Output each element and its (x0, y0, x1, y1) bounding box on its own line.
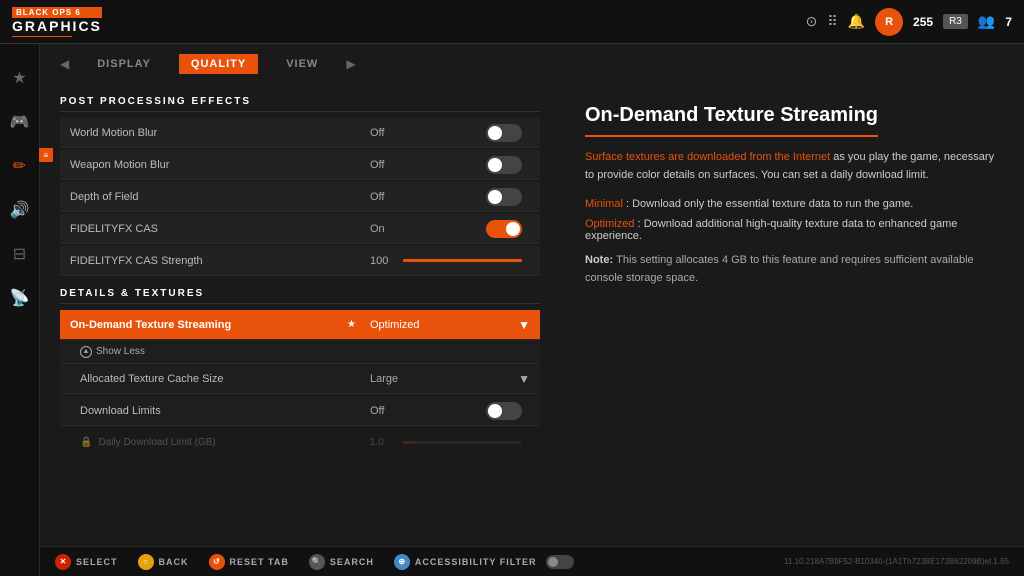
weapon-motion-blur-label: Weapon Motion Blur (60, 159, 360, 171)
setting-world-motion-blur[interactable]: World Motion Blur Off (60, 118, 540, 148)
panels: POST PROCESSING EFFECTS World Motion Blu… (40, 84, 1024, 546)
setting-on-demand-texture[interactable]: On-Demand Texture Streaming ★ Optimized … (60, 310, 540, 340)
search-icon: 🔍 (309, 554, 325, 570)
depth-of-field-value: Off (360, 188, 540, 206)
reset-icon: ↺ (209, 554, 225, 570)
select-button[interactable]: ✕ SELECT (55, 554, 118, 570)
weapon-motion-blur-value: Off (360, 156, 540, 174)
top-bar-right: ⊙ ⠿ 🔔 R 255 R3 👥 7 (806, 8, 1012, 36)
world-motion-blur-value: Off (360, 124, 540, 142)
info-option-minimal: Minimal : Download only the essential te… (585, 198, 999, 210)
depth-of-field-label: Depth of Field (60, 191, 360, 203)
player-score: 255 (913, 15, 933, 29)
daily-download-limit-value: 1.0 (360, 437, 540, 448)
logo-area: BLACK OPS 6 GRAPHICS (12, 7, 102, 37)
fidelityfx-cas-strength-label: FIDELITYFX CAS Strength (60, 255, 360, 267)
download-limits-value: Off (360, 402, 540, 420)
lock-icon: 🔒 (80, 437, 92, 448)
x-icon: ✕ (55, 554, 71, 570)
logo-bo6: BLACK OPS 6 (12, 7, 102, 18)
fidelityfx-cas-toggle[interactable] (486, 220, 522, 238)
controller-icon[interactable]: ⊙ (806, 13, 818, 30)
back-button[interactable]: ○ BACK (138, 554, 189, 570)
avatar: R (875, 8, 903, 36)
show-less-row[interactable]: ▲ Show Less (60, 340, 540, 364)
setting-download-limits[interactable]: Download Limits Off (60, 396, 540, 426)
sidebar-icon-sound[interactable]: 🔊 (6, 196, 34, 224)
info-link: Surface textures are downloaded from the… (585, 151, 830, 163)
info-option-optimized: Optimized : Download additional high-qua… (585, 218, 999, 242)
tab-quality[interactable]: QUALITY (179, 54, 258, 74)
setting-fidelityfx-cas-strength[interactable]: FIDELITYFX CAS Strength 100 (60, 246, 540, 276)
tab-display[interactable]: DISPLAY (89, 54, 159, 74)
search-label: SEARCH (330, 557, 374, 567)
left-sidebar: ★ 🎮 ✏ ≡ 🔊 ⊟ 📡 (0, 44, 40, 576)
grid-icon[interactable]: ⠿ (827, 13, 837, 30)
logo-graphics: GRAPHICS (12, 18, 102, 34)
bell-icon[interactable]: 🔔 (848, 13, 865, 30)
on-demand-texture-label: On-Demand Texture Streaming (60, 319, 343, 331)
logo-line (12, 36, 72, 37)
world-motion-blur-label: World Motion Blur (60, 127, 360, 139)
setting-fidelityfx-cas[interactable]: FIDELITYFX CAS On (60, 214, 540, 244)
bottom-bar: ✕ SELECT ○ BACK ↺ RESET TAB 🔍 SEARCH ⊕ A… (40, 546, 1024, 576)
fidelityfx-cas-label: FIDELITYFX CAS (60, 223, 360, 235)
rank-badge: R3 (943, 14, 968, 29)
weapon-motion-blur-toggle[interactable] (486, 156, 522, 174)
show-less-label: ▲ Show Less (80, 346, 145, 358)
post-processing-title: POST PROCESSING EFFECTS (60, 96, 540, 112)
star-icon: ★ (347, 319, 356, 330)
b-icon: ○ (138, 554, 154, 570)
setting-daily-download-limit: 🔒 Daily Download Limit (GB) 1.0 (60, 428, 540, 456)
reset-tab-button[interactable]: ↺ RESET TAB (209, 554, 289, 570)
info-title: On-Demand Texture Streaming (585, 104, 878, 137)
settings-panel: POST PROCESSING EFFECTS World Motion Blu… (40, 84, 560, 546)
acc-icon: ⊕ (394, 554, 410, 570)
search-button[interactable]: 🔍 SEARCH (309, 554, 374, 570)
info-panel: On-Demand Texture Streaming Surface text… (560, 84, 1024, 546)
tab-view[interactable]: VIEW (278, 54, 326, 74)
world-motion-blur-toggle[interactable] (486, 124, 522, 142)
online-count: 7 (1005, 15, 1012, 29)
fidelityfx-cas-strength-value: 100 (360, 255, 540, 267)
download-limits-label: Download Limits (80, 405, 360, 417)
chevron-down-dark-icon: ▼ (518, 372, 530, 386)
sidebar-icon-star[interactable]: ★ (8, 64, 30, 92)
download-limits-toggle[interactable] (486, 402, 522, 420)
chevron-down-icon: ▼ (518, 318, 530, 332)
nav-icon-right: ▶ (346, 57, 355, 71)
daily-limit-slider (403, 441, 522, 444)
daily-download-limit-label: Daily Download Limit (GB) (98, 437, 360, 448)
setting-depth-of-field[interactable]: Depth of Field Off (60, 182, 540, 212)
collapse-icon: ▲ (80, 346, 92, 358)
top-bar: BLACK OPS 6 GRAPHICS ⊙ ⠿ 🔔 R 255 R3 👥 7 (0, 0, 1024, 44)
sidebar-icon-controller[interactable]: 🎮 (6, 108, 34, 136)
main-content: ◀ DISPLAY QUALITY VIEW ▶ POST PROCESSING… (40, 44, 1024, 546)
friends-icon[interactable]: 👥 (978, 13, 995, 30)
sidebar-icon-edit[interactable]: ✏ ≡ (9, 152, 30, 180)
acc-toggle[interactable] (546, 555, 574, 569)
sidebar-icon-display[interactable]: ⊟ (9, 240, 30, 268)
acc-label: ACCESSIBILITY FILTER (415, 557, 537, 567)
back-label: BACK (159, 557, 189, 567)
depth-of-field-toggle[interactable] (486, 188, 522, 206)
allocated-texture-cache-label: Allocated Texture Cache Size (80, 373, 360, 385)
nav-icon-left: ◀ (60, 57, 69, 71)
on-demand-texture-value: Optimized ▼ (360, 318, 540, 332)
fidelityfx-cas-value: On (360, 220, 540, 238)
allocated-texture-cache-value: Large ▼ (360, 372, 540, 386)
reset-tab-label: RESET TAB (230, 557, 289, 567)
fidelityfx-strength-slider[interactable] (403, 259, 522, 262)
setting-allocated-texture-cache[interactable]: Allocated Texture Cache Size Large ▼ (60, 364, 540, 394)
select-label: SELECT (76, 557, 118, 567)
info-description: Surface textures are downloaded from the… (585, 149, 999, 184)
details-textures-title: DETAILS & TEXTURES (60, 288, 540, 304)
sidebar-icon-network[interactable]: 📡 (6, 284, 34, 312)
nav-tabs: ◀ DISPLAY QUALITY VIEW ▶ (40, 44, 1024, 84)
setting-weapon-motion-blur[interactable]: Weapon Motion Blur Off (60, 150, 540, 180)
info-note: Note: This setting allocates 4 GB to thi… (585, 252, 999, 287)
system-info: 11.10.218A7B9F52-B10340-(1A1Th723BE173B6… (784, 557, 1009, 566)
accessibility-button[interactable]: ⊕ ACCESSIBILITY FILTER (394, 554, 574, 570)
